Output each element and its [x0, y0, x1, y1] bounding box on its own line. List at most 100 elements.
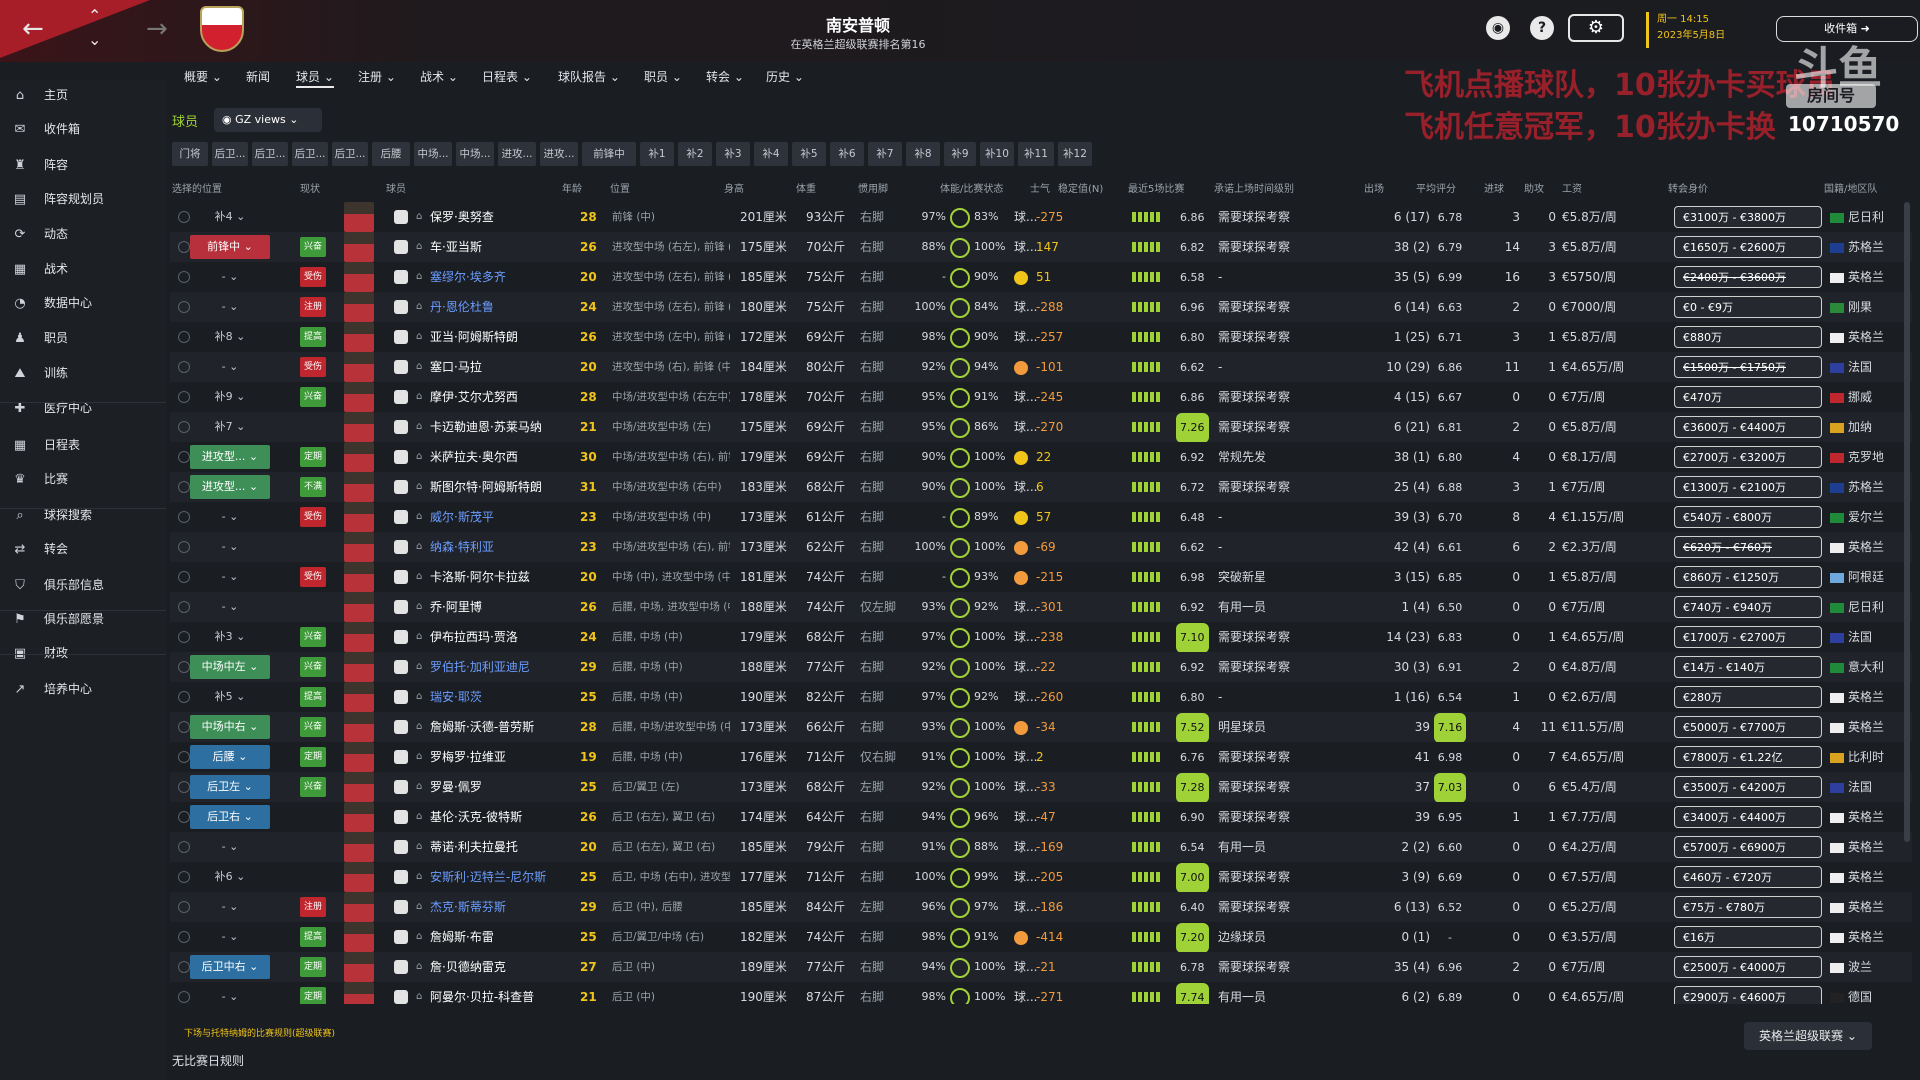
transfer-value-box[interactable]: €16万 — [1674, 926, 1822, 948]
checkbox-circle[interactable] — [178, 241, 190, 253]
transfer-value-box[interactable]: €3100万 - €3800万 — [1674, 206, 1822, 228]
player-name[interactable]: 车·亚当斯 — [430, 232, 560, 262]
position-chip[interactable]: 补7 — [868, 142, 902, 166]
position-select[interactable]: 前锋中 ⌄ — [190, 232, 270, 262]
position-select[interactable]: - ⌄ — [190, 352, 270, 382]
position-select[interactable]: 后卫右 ⌄ — [190, 802, 270, 832]
position-select[interactable]: 后腰 ⌄ — [190, 742, 270, 772]
player-name[interactable]: 蒂诺·利夫拉曼托 — [430, 832, 560, 862]
column-header[interactable]: 稳定值(N) — [1058, 180, 1103, 195]
transfer-value[interactable]: €460万 - €720万 — [1674, 862, 1822, 892]
transfer-value-box[interactable]: €5700万 - €6900万 — [1674, 836, 1822, 858]
select-checkbox[interactable] — [178, 382, 190, 412]
position-select[interactable]: 进攻型... ⌄ — [190, 472, 270, 502]
position-chip[interactable]: 补12 — [1058, 142, 1092, 166]
checkbox-circle[interactable] — [178, 721, 190, 733]
select-checkbox[interactable] — [178, 892, 190, 922]
transfer-value-box[interactable]: €3500万 - €4200万 — [1674, 776, 1822, 798]
position-select[interactable]: 补8 ⌄ — [190, 322, 270, 352]
position-box[interactable]: 后卫左 ⌄ — [190, 775, 270, 799]
transfer-value[interactable]: €1650万 - €2600万 — [1674, 232, 1822, 262]
menu-item[interactable]: 转会 ⌄ — [706, 68, 744, 88]
select-checkbox[interactable] — [178, 742, 190, 772]
player-name[interactable]: 詹姆斯·沃德-普劳斯 — [430, 712, 560, 742]
player-name[interactable]: 保罗·奥努查 — [430, 202, 560, 232]
transfer-value[interactable]: €2900万 - €4600万 — [1674, 982, 1822, 1004]
position-select[interactable]: 补7 ⌄ — [190, 412, 270, 442]
position-box[interactable]: 中场中右 ⌄ — [190, 715, 270, 739]
player-name[interactable]: 摩伊·艾尔尤努西 — [430, 382, 560, 412]
column-header[interactable]: 球员 — [386, 180, 406, 195]
select-checkbox[interactable] — [178, 682, 190, 712]
table-row[interactable]: 中场中左 ⌄ 兴奋 ⌂ 罗伯托·加利亚迪尼 29 后腰, 中场 (中) 188厘米 77公斤右… — [170, 652, 1912, 682]
position-select[interactable]: - ⌄ — [190, 982, 270, 1004]
checkbox-circle[interactable] — [178, 571, 190, 583]
transfer-value-box[interactable]: €3600万 - €4400万 — [1674, 416, 1822, 438]
checkbox-circle[interactable] — [178, 661, 190, 673]
sidebar-item-training[interactable]: ⛰ 训练 — [10, 358, 160, 388]
position-select[interactable]: - ⌄ — [190, 592, 270, 622]
player-name[interactable]: 斯图尔特·阿姆斯特朗 — [430, 472, 560, 502]
sidebar-item-calendar[interactable]: ▦ 日程表 — [10, 430, 160, 460]
transfer-value-box[interactable]: €2500万 - €4000万 — [1674, 956, 1822, 978]
position-box[interactable]: 进攻型... ⌄ — [190, 475, 270, 499]
select-checkbox[interactable] — [178, 772, 190, 802]
column-header[interactable]: 年龄 — [562, 180, 582, 195]
position-select[interactable]: 补9 ⌄ — [190, 382, 270, 412]
checkbox-circle[interactable] — [178, 391, 190, 403]
table-row[interactable]: 补4 ⌄ ⌂ 保罗·奥努查 28 前锋 (中) 201厘米 93公斤 右脚 97% 83% 球...… — [170, 202, 1912, 232]
position-box[interactable]: - ⌄ — [190, 295, 270, 319]
position-box[interactable]: - ⌄ — [190, 985, 270, 1004]
position-box[interactable]: 中场中左 ⌄ — [190, 655, 270, 679]
sidebar-item-squad[interactable]: ♜ 阵容 — [10, 150, 160, 180]
position-chip[interactable]: 补8 — [906, 142, 940, 166]
position-select[interactable]: - ⌄ — [190, 892, 270, 922]
transfer-value-box[interactable]: €470万 — [1674, 386, 1822, 408]
column-header[interactable]: 体能/比赛状态 — [940, 180, 1003, 195]
league-selector[interactable]: 英格兰超级联赛 ⌄ — [1744, 1022, 1872, 1050]
player-name[interactable]: 安斯利·迈特兰-尼尔斯 — [430, 862, 560, 892]
player-name[interactable]: 阿曼尔·贝拉-科查普 — [430, 982, 560, 1004]
table-row[interactable]: 补6 ⌄ ⌂ 安斯利·迈特兰-尼尔斯 25 后卫, 中场 (右中), 进攻型中场 (右)… — [170, 862, 1912, 892]
table-row[interactable]: - ⌄ 提高 ⌂ 詹姆斯·布雷 25 后卫/翼卫/中场 (右) 182厘米 74公斤 右脚 98%… — [170, 922, 1912, 952]
checkbox-circle[interactable] — [178, 541, 190, 553]
select-checkbox[interactable] — [178, 562, 190, 592]
player-name[interactable]: 瑞安·耶茨 — [430, 682, 560, 712]
column-header[interactable]: 出场 — [1364, 180, 1384, 195]
transfer-value-box[interactable]: €0 - €9万 — [1674, 296, 1822, 318]
table-row[interactable]: - ⌄ ⌂ 蒂诺·利夫拉曼托 20 后卫 (右左), 翼卫 (右) 185厘米 79公斤 右脚… — [170, 832, 1912, 862]
transfer-value-box[interactable]: €540万 - €800万 — [1674, 506, 1822, 528]
transfer-value[interactable]: €1700万 - €2700万 — [1674, 622, 1822, 652]
select-checkbox[interactable] — [178, 622, 190, 652]
position-chip[interactable]: 补6 — [830, 142, 864, 166]
position-box[interactable]: 前锋中 ⌄ — [190, 235, 270, 259]
position-select[interactable]: - ⌄ — [190, 532, 270, 562]
player-name[interactable]: 罗伯托·加利亚迪尼 — [430, 652, 560, 682]
player-name[interactable]: 詹姆斯·布雷 — [430, 922, 560, 952]
select-checkbox[interactable] — [178, 262, 190, 292]
select-checkbox[interactable] — [178, 232, 190, 262]
sidebar-item-vision[interactable]: ⚑ 俱乐部愿景 — [10, 604, 160, 634]
column-header[interactable]: 平均评分 — [1416, 180, 1456, 195]
select-checkbox[interactable] — [178, 352, 190, 382]
transfer-value[interactable]: €280万 — [1674, 682, 1822, 712]
table-row[interactable]: 后腰 ⌄ 定期 ⌂ 罗梅罗·拉维亚 19 后腰, 中场 (中) 176厘米 71公斤 仅右脚 91… — [170, 742, 1912, 772]
player-name[interactable]: 伊布拉西玛·贾洛 — [430, 622, 560, 652]
position-select[interactable]: 补6 ⌄ — [190, 862, 270, 892]
transfer-value-box[interactable]: €5000万 - €7700万 — [1674, 716, 1822, 738]
position-box[interactable]: - ⌄ — [190, 535, 270, 559]
position-select[interactable]: - ⌄ — [190, 262, 270, 292]
position-select[interactable]: 补5 ⌄ — [190, 682, 270, 712]
transfer-value-box[interactable]: €620万 - €760万 — [1674, 536, 1822, 558]
transfer-value[interactable]: €0 - €9万 — [1674, 292, 1822, 322]
table-row[interactable]: 补7 ⌄ ⌂ 卡迈勒迪恩·苏莱马纳 21 中场/进攻型中场 (左) 175厘米 69公斤 右脚… — [170, 412, 1912, 442]
player-name[interactable]: 詹·贝德纳雷克 — [430, 952, 560, 982]
transfer-value[interactable]: €7800万 - €1.22亿 — [1674, 742, 1822, 772]
position-chip[interactable]: 补10 — [980, 142, 1014, 166]
transfer-value[interactable]: €2500万 - €4000万 — [1674, 952, 1822, 982]
column-header[interactable]: 进球 — [1484, 180, 1504, 195]
transfer-value[interactable]: €2400万 - €3600万 — [1674, 262, 1822, 292]
position-chip[interactable]: 后腰 — [372, 142, 410, 166]
transfer-value[interactable]: €880万 — [1674, 322, 1822, 352]
table-row[interactable]: 进攻型... ⌄ 定期 ⌂ 米萨拉夫·奥尔西 30 中场/进攻型中场 (右), 前锋 (中… — [170, 442, 1912, 472]
